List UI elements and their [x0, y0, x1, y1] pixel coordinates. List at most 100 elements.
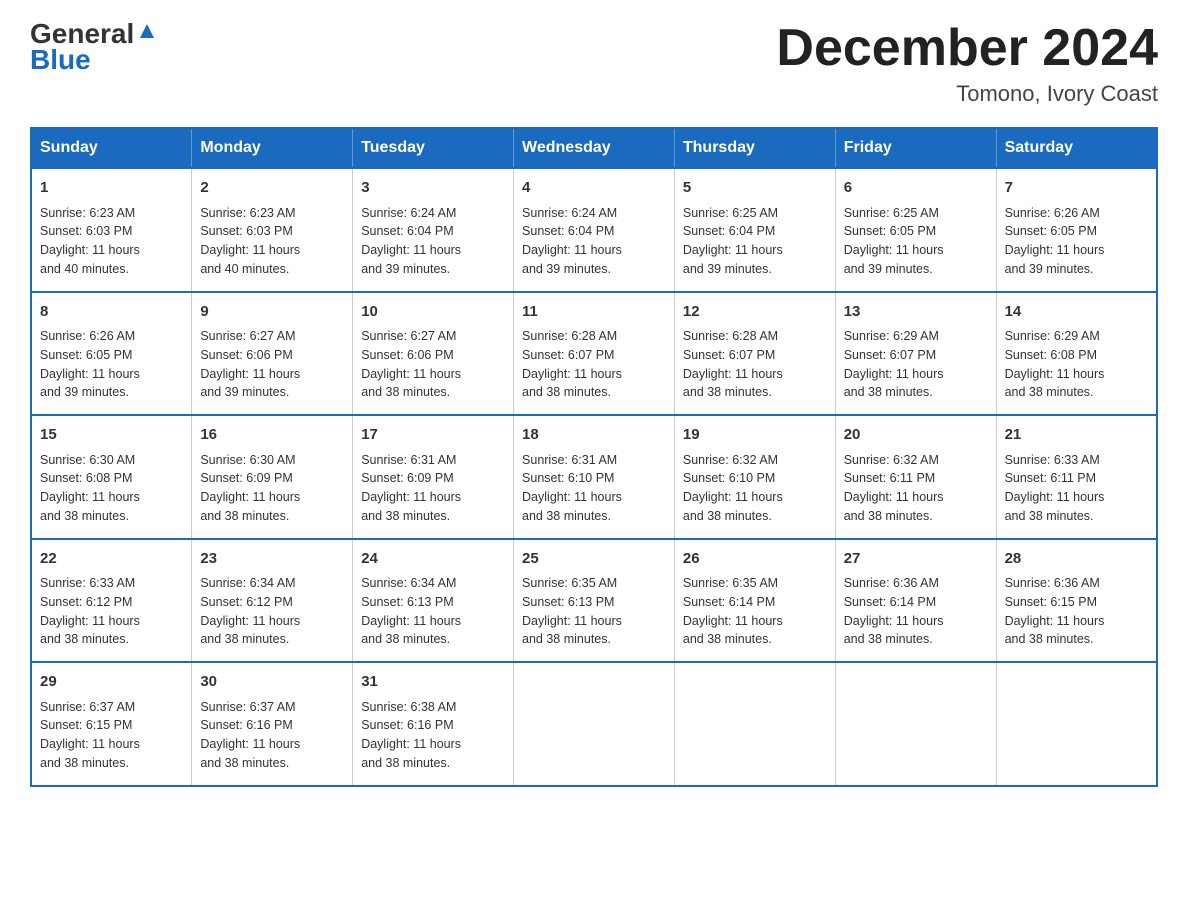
calendar-cell: 16Sunrise: 6:30 AM Sunset: 6:09 PM Dayli…	[192, 415, 353, 539]
day-number: 15	[40, 424, 183, 447]
calendar-cell	[674, 662, 835, 786]
weekday-header-wednesday: Wednesday	[514, 128, 675, 168]
day-info: Sunrise: 6:28 AM Sunset: 6:07 PM Dayligh…	[522, 327, 666, 402]
day-number: 25	[522, 548, 666, 571]
calendar-cell: 10 Sunrise: 6:27 AM Sunset: 6:06 PM Dayli…	[353, 292, 514, 416]
day-info: Sunrise: 6:30 AM Sunset: 6:08 PM Dayligh…	[40, 451, 183, 526]
calendar-cell: 25 Sunrise: 6:35 AM Sunset: 6:13 PM Dayli…	[514, 539, 675, 663]
calendar-cell	[996, 662, 1157, 786]
day-number: 14	[1005, 301, 1148, 324]
calendar-cell: 4 Sunrise: 6:24 AM Sunset: 6:04 PM Daylig…	[514, 168, 675, 292]
calendar-cell: 22Sunrise: 6:33 AM Sunset: 6:12 PM Dayli…	[31, 539, 192, 663]
day-number: 9	[200, 301, 344, 324]
day-number: 6	[844, 177, 988, 200]
day-number: 4	[522, 177, 666, 200]
calendar-cell: 31Sunrise: 6:38 AM Sunset: 6:16 PM Dayli…	[353, 662, 514, 786]
page-header: General Blue December 2024 Tomono, Ivory…	[30, 20, 1158, 107]
day-info: Sunrise: 6:34 AM Sunset: 6:13 PM Dayligh…	[361, 574, 505, 649]
day-info: Sunrise: 6:24 AM Sunset: 6:04 PM Dayligh…	[522, 204, 666, 279]
calendar-cell: 14 Sunrise: 6:29 AM Sunset: 6:08 PM Dayli…	[996, 292, 1157, 416]
calendar-cell: 7Sunrise: 6:26 AM Sunset: 6:05 PM Daylig…	[996, 168, 1157, 292]
calendar-cell: 20Sunrise: 6:32 AM Sunset: 6:11 PM Dayli…	[835, 415, 996, 539]
day-info: Sunrise: 6:38 AM Sunset: 6:16 PM Dayligh…	[361, 698, 505, 773]
weekday-header-sunday: Sunday	[31, 128, 192, 168]
day-info: Sunrise: 6:36 AM Sunset: 6:14 PM Dayligh…	[844, 574, 988, 649]
day-number: 10	[361, 301, 505, 324]
day-info: Sunrise: 6:29 AM Sunset: 6:07 PM Dayligh…	[844, 327, 988, 402]
day-info: Sunrise: 6:30 AM Sunset: 6:09 PM Dayligh…	[200, 451, 344, 526]
location: Tomono, Ivory Coast	[776, 81, 1158, 107]
weekday-header-thursday: Thursday	[674, 128, 835, 168]
day-number: 2	[200, 177, 344, 200]
day-info: Sunrise: 6:29 AM Sunset: 6:08 PM Dayligh…	[1005, 327, 1148, 402]
calendar-cell	[835, 662, 996, 786]
logo: General Blue	[30, 20, 158, 76]
day-info: Sunrise: 6:37 AM Sunset: 6:16 PM Dayligh…	[200, 698, 344, 773]
calendar-cell: 13Sunrise: 6:29 AM Sunset: 6:07 PM Dayli…	[835, 292, 996, 416]
day-number: 1	[40, 177, 183, 200]
day-info: Sunrise: 6:37 AM Sunset: 6:15 PM Dayligh…	[40, 698, 183, 773]
day-info: Sunrise: 6:27 AM Sunset: 6:06 PM Dayligh…	[200, 327, 344, 402]
calendar-cell: 11 Sunrise: 6:28 AM Sunset: 6:07 PM Dayli…	[514, 292, 675, 416]
day-info: Sunrise: 6:25 AM Sunset: 6:04 PM Dayligh…	[683, 204, 827, 279]
calendar-cell: 19 Sunrise: 6:32 AM Sunset: 6:10 PM Dayli…	[674, 415, 835, 539]
day-info: Sunrise: 6:28 AM Sunset: 6:07 PM Dayligh…	[683, 327, 827, 402]
day-info: Sunrise: 6:26 AM Sunset: 6:05 PM Dayligh…	[1005, 204, 1148, 279]
logo-text-blue: Blue	[30, 44, 91, 76]
calendar-week-row: 22Sunrise: 6:33 AM Sunset: 6:12 PM Dayli…	[31, 539, 1157, 663]
day-number: 11	[522, 301, 666, 324]
day-number: 22	[40, 548, 183, 571]
day-info: Sunrise: 6:23 AM Sunset: 6:03 PM Dayligh…	[200, 204, 344, 279]
calendar-cell: 29Sunrise: 6:37 AM Sunset: 6:15 PM Dayli…	[31, 662, 192, 786]
day-info: Sunrise: 6:31 AM Sunset: 6:10 PM Dayligh…	[522, 451, 666, 526]
calendar-cell: 21Sunrise: 6:33 AM Sunset: 6:11 PM Dayli…	[996, 415, 1157, 539]
day-number: 27	[844, 548, 988, 571]
calendar-week-row: 15 Sunrise: 6:30 AM Sunset: 6:08 PM Dayli…	[31, 415, 1157, 539]
calendar-cell: 6Sunrise: 6:25 AM Sunset: 6:05 PM Daylig…	[835, 168, 996, 292]
calendar-cell: 23 Sunrise: 6:34 AM Sunset: 6:12 PM Dayli…	[192, 539, 353, 663]
weekday-header-saturday: Saturday	[996, 128, 1157, 168]
calendar-week-row: 29Sunrise: 6:37 AM Sunset: 6:15 PM Dayli…	[31, 662, 1157, 786]
day-number: 30	[200, 671, 344, 694]
day-number: 24	[361, 548, 505, 571]
day-info: Sunrise: 6:35 AM Sunset: 6:14 PM Dayligh…	[683, 574, 827, 649]
day-info: Sunrise: 6:34 AM Sunset: 6:12 PM Dayligh…	[200, 574, 344, 649]
calendar-cell: 18Sunrise: 6:31 AM Sunset: 6:10 PM Dayli…	[514, 415, 675, 539]
day-info: Sunrise: 6:24 AM Sunset: 6:04 PM Dayligh…	[361, 204, 505, 279]
calendar-week-row: 8Sunrise: 6:26 AM Sunset: 6:05 PM Daylig…	[31, 292, 1157, 416]
calendar-header-row: SundayMondayTuesdayWednesdayThursdayFrid…	[31, 128, 1157, 168]
day-number: 19	[683, 424, 827, 447]
weekday-header-monday: Monday	[192, 128, 353, 168]
day-info: Sunrise: 6:36 AM Sunset: 6:15 PM Dayligh…	[1005, 574, 1148, 649]
calendar-table: SundayMondayTuesdayWednesdayThursdayFrid…	[30, 127, 1158, 787]
calendar-cell: 24 Sunrise: 6:34 AM Sunset: 6:13 PM Dayli…	[353, 539, 514, 663]
day-number: 23	[200, 548, 344, 571]
calendar-week-row: 1 Sunrise: 6:23 AM Sunset: 6:03 PM Daylig…	[31, 168, 1157, 292]
day-number: 26	[683, 548, 827, 571]
day-info: Sunrise: 6:32 AM Sunset: 6:10 PM Dayligh…	[683, 451, 827, 526]
day-info: Sunrise: 6:35 AM Sunset: 6:13 PM Dayligh…	[522, 574, 666, 649]
day-info: Sunrise: 6:26 AM Sunset: 6:05 PM Dayligh…	[40, 327, 183, 402]
weekday-header-tuesday: Tuesday	[353, 128, 514, 168]
calendar-cell: 1Sunrise: 6:23 AM Sunset: 6:03 PM Daylig…	[31, 168, 192, 292]
day-info: Sunrise: 6:31 AM Sunset: 6:09 PM Dayligh…	[361, 451, 505, 526]
calendar-cell: 3Sunrise: 6:24 AM Sunset: 6:04 PM Daylig…	[353, 168, 514, 292]
calendar-cell: 26 Sunrise: 6:35 AM Sunset: 6:14 PM Dayli…	[674, 539, 835, 663]
day-info: Sunrise: 6:33 AM Sunset: 6:11 PM Dayligh…	[1005, 451, 1148, 526]
day-info: Sunrise: 6:27 AM Sunset: 6:06 PM Dayligh…	[361, 327, 505, 402]
day-number: 28	[1005, 548, 1148, 571]
calendar-cell: 8Sunrise: 6:26 AM Sunset: 6:05 PM Daylig…	[31, 292, 192, 416]
calendar-cell: 27 Sunrise: 6:36 AM Sunset: 6:14 PM Dayli…	[835, 539, 996, 663]
calendar-cell: 15 Sunrise: 6:30 AM Sunset: 6:08 PM Dayli…	[31, 415, 192, 539]
day-number: 5	[683, 177, 827, 200]
calendar-cell: 9 Sunrise: 6:27 AM Sunset: 6:06 PM Daylig…	[192, 292, 353, 416]
calendar-cell	[514, 662, 675, 786]
calendar-cell: 17Sunrise: 6:31 AM Sunset: 6:09 PM Dayli…	[353, 415, 514, 539]
calendar-cell: 12 Sunrise: 6:28 AM Sunset: 6:07 PM Dayli…	[674, 292, 835, 416]
month-title: December 2024	[776, 20, 1158, 77]
title-block: December 2024 Tomono, Ivory Coast	[776, 20, 1158, 107]
day-number: 20	[844, 424, 988, 447]
calendar-cell: 5 Sunrise: 6:25 AM Sunset: 6:04 PM Daylig…	[674, 168, 835, 292]
day-number: 12	[683, 301, 827, 324]
weekday-header-friday: Friday	[835, 128, 996, 168]
